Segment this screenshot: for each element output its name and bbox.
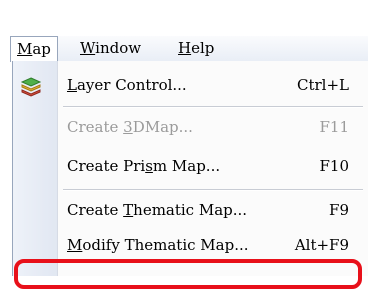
label-rest: hematic Map... (133, 201, 248, 219)
label-accel: L (67, 76, 77, 94)
menu-help-accel: H (178, 39, 192, 57)
menu-item-shortcut: F10 (319, 157, 350, 175)
menu-item-label: Create 3DMap... (67, 118, 193, 136)
menu-item-shortcut: F11 (319, 118, 350, 136)
menu-map-accel: M (17, 40, 33, 58)
menu-map-rest: ap (32, 40, 51, 58)
red-highlight-box (14, 259, 362, 289)
label-pre: Create Pri (67, 157, 146, 175)
menu-separator (63, 106, 363, 108)
menu-window[interactable]: Window (74, 36, 147, 60)
menu-item-label: Modify Thematic Map... (67, 236, 249, 254)
menu-item-label: Layer Control... (67, 76, 187, 94)
menu-help-rest: elp (191, 39, 215, 57)
menu-bar: Map Window Help (10, 36, 368, 62)
menu-item-create-3dmap[interactable]: Create 3DMap... F11 (13, 111, 368, 145)
label-accel: s (145, 157, 153, 175)
menu-item-label: Create Prism Map... (67, 157, 220, 175)
menu-item-shortcut: F9 (329, 201, 349, 219)
label-rest: m Map... (152, 157, 221, 175)
label-rest: odify Thematic Map... (82, 236, 249, 254)
menu-map[interactable]: Map (10, 36, 58, 62)
label-pre: Create (67, 201, 124, 219)
label-accel: M (67, 236, 83, 254)
label-accel: 3 (123, 118, 133, 136)
label-rest: ayer Control... (76, 76, 187, 94)
menu-item-label: Create Thematic Map... (67, 201, 247, 219)
label-accel: T (123, 201, 134, 219)
menu-help[interactable]: Help (172, 36, 220, 60)
label-rest: DMap... (132, 118, 193, 136)
label-pre: Create (67, 118, 124, 136)
menu-window-accel: W (80, 39, 96, 57)
menu-item-shortcut: Ctrl+L (296, 76, 349, 94)
layers-icon (20, 77, 42, 97)
menu-item-layer-control[interactable]: Layer Control... Ctrl+L (13, 69, 368, 103)
map-dropdown-menu: Layer Control... Ctrl+L Create 3DMap... … (12, 61, 368, 276)
menu-window-rest: indow (95, 39, 142, 57)
menu-item-modify-thematic-map[interactable]: Modify Thematic Map... Alt+F9 (13, 229, 368, 263)
menu-item-create-thematic-map[interactable]: Create Thematic Map... F9 (13, 194, 368, 228)
menu-item-shortcut: Alt+F9 (294, 236, 349, 254)
menu-separator (63, 189, 363, 191)
menu-item-create-prism-map[interactable]: Create Prism Map... F10 (13, 150, 368, 184)
